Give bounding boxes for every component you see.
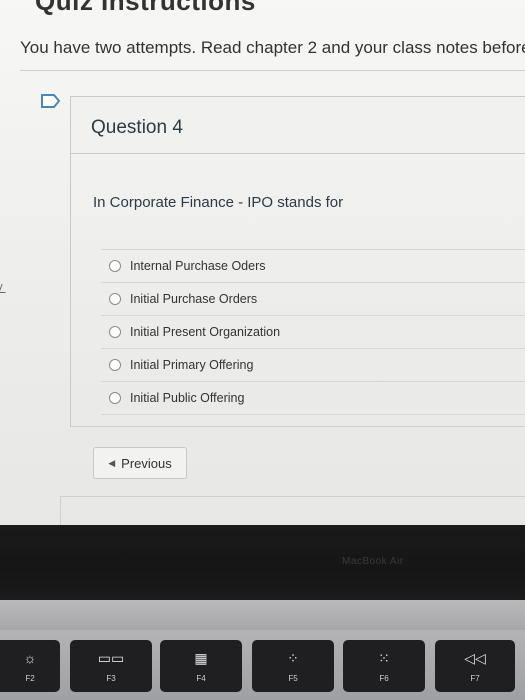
previous-label: Previous xyxy=(121,455,172,471)
next-question-panel xyxy=(60,496,525,525)
mission-control-icon: ▭▭ xyxy=(97,650,125,666)
function-key-row: ☼ F2 ▭▭ F3 ▦ F4 ⁘ F5 ⁙ F6 ◁◁ F7 xyxy=(0,630,525,700)
question-text: In Corporate Finance - IPO stands for xyxy=(93,194,344,211)
question-header: Question 4 xyxy=(70,96,525,154)
answer-label[interactable]: Internal Purchase Oders xyxy=(130,259,266,273)
keyboard-backlight-up-icon: ⁙ xyxy=(378,650,390,666)
quiz-instructions: You have two attempts. Read chapter 2 an… xyxy=(20,38,525,57)
divider xyxy=(70,426,525,427)
answer-label[interactable]: Initial Purchase Orders xyxy=(130,292,257,306)
key-label: F6 xyxy=(379,674,389,683)
key-label: F7 xyxy=(470,674,480,683)
chevron-left-icon: ◀ xyxy=(108,457,116,468)
mission-control-key[interactable]: ▭▭ F3 xyxy=(70,640,152,692)
rewind-key[interactable]: ◁◁ F7 xyxy=(435,640,515,692)
keyboard-backlight-up-key[interactable]: ⁙ F6 xyxy=(343,640,425,692)
radio-button[interactable] xyxy=(109,260,121,272)
laptop-bezel: MacBook Air xyxy=(0,525,525,600)
keyboard-backlight-down-icon: ⁘ xyxy=(287,650,299,666)
brand-label: MacBook Air xyxy=(342,556,404,567)
key-label: F2 xyxy=(25,674,35,683)
radio-button[interactable] xyxy=(109,359,121,371)
page-heading: Quiz Instructions xyxy=(35,0,256,16)
question-body: In Corporate Finance - IPO stands for In… xyxy=(70,152,525,427)
brightness-up-key[interactable]: ☼ F2 xyxy=(0,640,60,692)
laptop-hinge xyxy=(0,600,525,630)
keyboard-backlight-down-key[interactable]: ⁘ F5 xyxy=(252,640,334,692)
key-label: F3 xyxy=(106,674,116,683)
answer-label[interactable]: Initial Primary Offering xyxy=(130,358,253,372)
answer-label[interactable]: Initial Public Offering xyxy=(130,391,244,405)
divider xyxy=(20,70,525,71)
answer-option[interactable]: Initial Primary Offering xyxy=(101,348,525,381)
scroll-mark xyxy=(0,284,9,293)
previous-button[interactable]: ◀ Previous xyxy=(93,447,187,479)
question-title: Question 4 xyxy=(91,117,183,138)
brightness-up-icon: ☼ xyxy=(23,650,37,666)
radio-button[interactable] xyxy=(109,293,121,305)
rewind-icon: ◁◁ xyxy=(464,650,486,666)
flag-question-icon[interactable] xyxy=(40,92,62,110)
launchpad-icon: ▦ xyxy=(194,650,208,666)
radio-button[interactable] xyxy=(109,392,121,404)
answer-option[interactable]: Internal Purchase Oders xyxy=(101,249,525,282)
answer-label[interactable]: Initial Present Organization xyxy=(130,325,280,339)
answer-option[interactable]: Initial Present Organization xyxy=(101,315,525,348)
answer-option[interactable]: Initial Public Offering xyxy=(101,381,525,415)
radio-button[interactable] xyxy=(109,326,121,338)
launchpad-key[interactable]: ▦ F4 xyxy=(160,640,242,692)
key-label: F5 xyxy=(288,674,298,683)
browser-screen: Quiz Instructions You have two attempts.… xyxy=(0,0,525,525)
answer-list: Internal Purchase Oders Initial Purchase… xyxy=(101,249,525,415)
answer-option[interactable]: Initial Purchase Orders xyxy=(101,282,525,315)
key-label: F4 xyxy=(196,674,206,683)
